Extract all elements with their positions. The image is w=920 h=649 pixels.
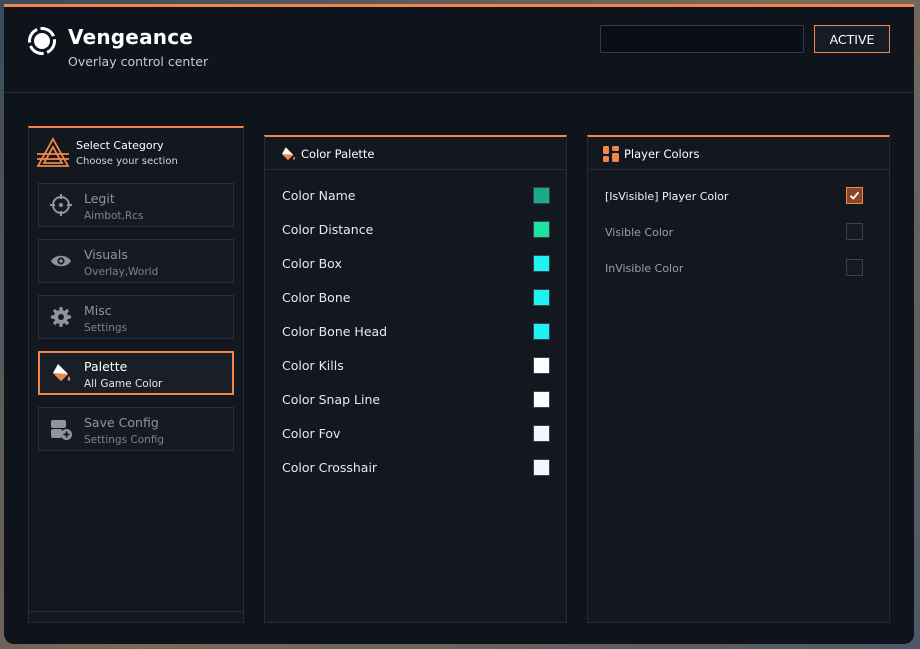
color-label: Color Distance <box>282 222 374 237</box>
player-option-row: [IsVisible] Player Color <box>605 187 863 207</box>
app-title: Vengeance <box>68 25 194 49</box>
eye-icon <box>51 255 71 267</box>
sidebar-title: Select Category <box>76 139 164 152</box>
color-swatch[interactable] <box>533 221 550 238</box>
player-option-label: [IsVisible] Player Color <box>605 190 729 203</box>
color-label: Color Bone <box>282 290 351 305</box>
color-swatch[interactable] <box>533 425 550 442</box>
category-sidebar: Select Category Choose your section Legi… <box>28 126 244 623</box>
color-palette-panel: Color Palette Color Name Color Distance Co… <box>264 135 567 623</box>
nav-sublabel: Overlay,World <box>84 266 159 278</box>
header-input[interactable] <box>600 25 804 53</box>
sidebar-divider <box>29 611 243 612</box>
color-swatch[interactable] <box>533 323 550 340</box>
nav-item-visuals[interactable]: Visuals Overlay,World <box>38 239 234 283</box>
color-row[interactable]: Color Fov <box>282 424 550 444</box>
nav-item-misc[interactable]: Misc Settings <box>38 295 234 339</box>
nav-sublabel: Settings Config <box>84 434 165 446</box>
color-swatch[interactable] <box>533 289 550 306</box>
players-panel-header: Player Colors <box>588 137 889 170</box>
logo-icon <box>28 27 56 55</box>
nav-label: Save Config <box>84 415 159 430</box>
sidebar-subtitle: Choose your section <box>76 156 178 167</box>
player-option-label: InVisible Color <box>605 262 684 275</box>
nav-sublabel: Settings <box>84 322 128 334</box>
player-option-row: Visible Color <box>605 223 863 243</box>
color-row[interactable]: Color Box <box>282 254 550 274</box>
color-swatch[interactable] <box>533 357 550 374</box>
nav-label: Misc <box>84 303 112 318</box>
player-colors-panel: Player Colors [IsVisible] Player Color Vi… <box>587 135 890 623</box>
checkbox[interactable] <box>846 223 863 240</box>
nav-label: Visuals <box>84 247 128 262</box>
nav-label: Legit <box>84 191 115 206</box>
paint-bucket-icon <box>282 147 295 160</box>
nav-item-save-config[interactable]: Save Config Settings Config <box>38 407 234 451</box>
paint-bucket-icon <box>53 364 71 381</box>
nav-label: Palette <box>84 359 128 374</box>
app-subtitle: Overlay control center <box>68 54 209 69</box>
palette-panel-header: Color Palette <box>265 137 566 170</box>
sidebar-header: Select Category Choose your section <box>29 128 243 176</box>
color-row[interactable]: Color Crosshair <box>282 458 550 478</box>
color-label: Color Crosshair <box>282 460 378 475</box>
player-option-label: Visible Color <box>605 226 674 239</box>
grid-icon <box>603 146 619 162</box>
color-row[interactable]: Color Bone Head <box>282 322 550 342</box>
active-button[interactable]: ACTIVE <box>814 25 890 53</box>
color-row[interactable]: Color Bone <box>282 288 550 308</box>
players-panel-title: Player Colors <box>624 147 700 161</box>
color-row[interactable]: Color Distance <box>282 220 550 240</box>
nav-sublabel: Aimbot,Rcs <box>84 210 144 222</box>
color-swatch[interactable] <box>533 187 550 204</box>
color-label: Color Bone Head <box>282 324 388 339</box>
checkbox[interactable] <box>846 259 863 276</box>
save-config-icon <box>51 420 72 440</box>
app-header: Vengeance Overlay control center ACTIVE <box>4 7 914 93</box>
triangle-logo-icon <box>36 137 70 167</box>
palette-panel-title: Color Palette <box>301 147 375 161</box>
gear-icon <box>51 307 71 327</box>
nav-item-legit[interactable]: Legit Aimbot,Rcs <box>38 183 234 227</box>
color-row[interactable]: Color Snap Line <box>282 390 550 410</box>
color-row[interactable]: Color Kills <box>282 356 550 376</box>
nav-sublabel: All Game Color <box>84 378 163 390</box>
color-swatch[interactable] <box>533 459 550 476</box>
crosshair-icon <box>50 194 72 216</box>
app-window: Vengeance Overlay control center ACTIVE … <box>4 4 914 644</box>
checkmark-icon <box>849 191 860 200</box>
player-option-row: InVisible Color <box>605 259 863 279</box>
color-label: Color Name <box>282 188 356 203</box>
color-label: Color Box <box>282 256 342 271</box>
color-label: Color Snap Line <box>282 392 381 407</box>
nav-item-palette[interactable]: Palette All Game Color <box>38 351 234 395</box>
color-swatch[interactable] <box>533 255 550 272</box>
color-label: Color Kills <box>282 358 344 373</box>
color-swatch[interactable] <box>533 391 550 408</box>
color-row[interactable]: Color Name <box>282 186 550 206</box>
color-label: Color Fov <box>282 426 341 441</box>
checkbox[interactable] <box>846 187 863 204</box>
